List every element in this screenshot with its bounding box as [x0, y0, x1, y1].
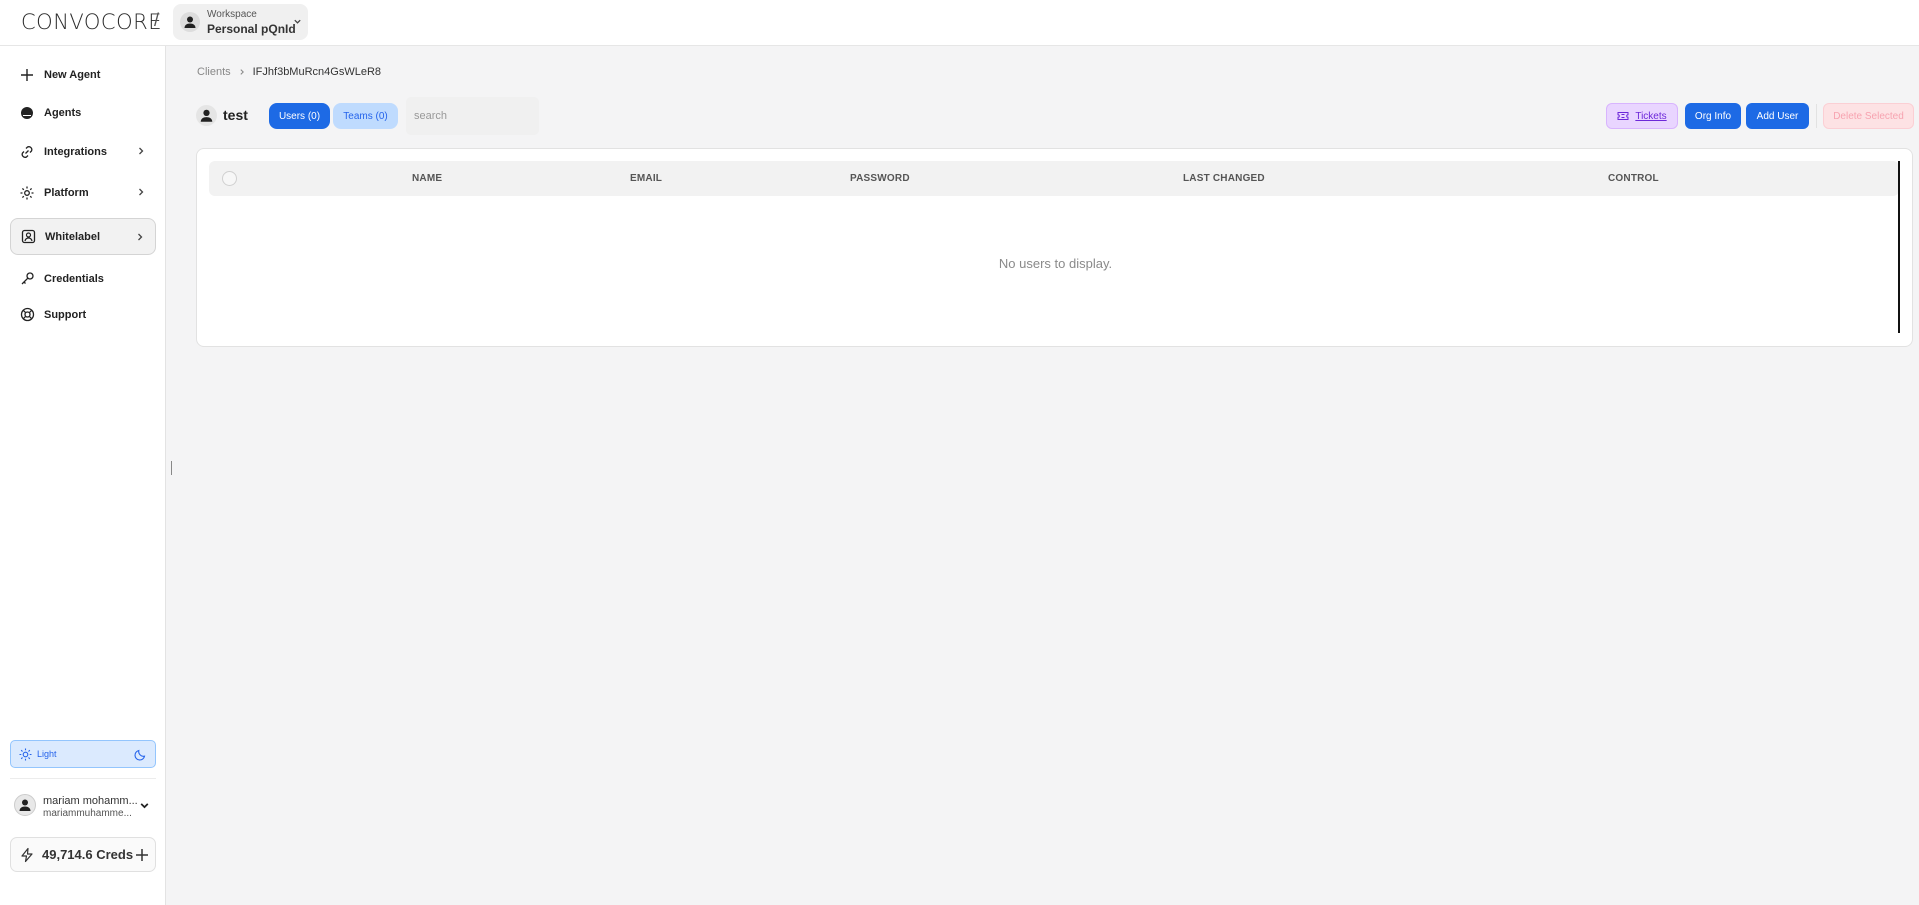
org-avatar [196, 105, 217, 126]
sidebar-item-whitelabel[interactable]: Whitelabel [10, 218, 156, 255]
chevron-right-icon [139, 188, 144, 196]
moon-icon[interactable] [134, 748, 147, 761]
plus-icon [19, 67, 35, 83]
link-icon [19, 144, 35, 160]
sidebar-item-integrations[interactable]: Integrations [10, 133, 156, 170]
agent-icon [19, 105, 35, 121]
sidebar-item-new-agent[interactable]: New Agent [10, 56, 156, 93]
chevron-right-icon [240, 69, 244, 75]
add-credits-icon[interactable] [135, 848, 149, 862]
credits-balance[interactable]: 49,714.6 Creds [10, 837, 156, 872]
top-bar: CONVOCORE / Workspace Personal pQnId [0, 0, 1919, 46]
add-user-button[interactable]: Add User [1746, 103, 1809, 129]
breadcrumb-current: IFJhf3bMuRcn4GsWLeR8 [252, 66, 382, 78]
whitelabel-icon [20, 229, 36, 245]
sidebar-item-credentials[interactable]: Credentials [10, 260, 156, 297]
breadcrumb: Clients IFJhf3bMuRcn4GsWLeR8 [197, 66, 381, 78]
sidebar-item-label: New Agent [44, 68, 101, 81]
user-name: mariam mohamm... [43, 795, 138, 807]
workspace-name: Personal pQnId [207, 22, 296, 36]
column-header-last-changed[interactable]: LAST CHANGED [1183, 173, 1265, 184]
ticket-icon [1617, 112, 1629, 120]
sidebar-resize-handle[interactable] [171, 461, 172, 475]
sidebar-item-label: Support [44, 308, 87, 321]
theme-toggle[interactable]: Light [10, 740, 156, 768]
breadcrumb-separator: / [154, 10, 160, 30]
sidebar-item-label: Platform [44, 186, 89, 199]
tab-teams[interactable]: Teams (0) [333, 103, 398, 129]
column-header-control[interactable]: CONTROL [1608, 173, 1659, 184]
tickets-label: Tickets [1635, 110, 1667, 122]
chevron-down-icon [140, 803, 149, 809]
chevron-down-icon [294, 19, 301, 24]
credits-value: 49,714.6 Creds [42, 847, 134, 862]
workspace-avatar [180, 12, 200, 32]
user-menu[interactable]: mariam mohamm... mariammuhamme... [10, 786, 156, 826]
sidebar-divider [10, 778, 156, 779]
theme-label: Light [37, 749, 57, 759]
avatar [14, 794, 36, 816]
sun-icon [19, 748, 32, 761]
workspace-switcher[interactable]: Workspace Personal pQnId [173, 4, 308, 40]
users-table-card: NAME EMAIL PASSWORD LAST CHANGED CONTROL… [196, 148, 1913, 347]
chevron-right-icon [139, 147, 144, 155]
breadcrumb-clients-link[interactable]: Clients [197, 66, 231, 78]
key-icon [19, 271, 35, 287]
tickets-button[interactable]: Tickets [1606, 103, 1678, 129]
table-header: NAME EMAIL PASSWORD LAST CHANGED CONTROL [209, 161, 1899, 196]
org-name: test [223, 107, 248, 123]
empty-state-message: No users to display. [998, 256, 1113, 271]
toolbar-divider [1816, 104, 1817, 128]
brand-logo[interactable]: CONVOCORE [21, 10, 162, 34]
sidebar-item-support[interactable]: Support [10, 296, 156, 333]
sidebar-item-label: Whitelabel [45, 230, 101, 243]
sidebar: New Agent Agents Integrations Platform W… [0, 46, 166, 905]
sidebar-item-label: Integrations [44, 145, 107, 158]
gear-icon [19, 185, 35, 201]
column-header-name[interactable]: NAME [412, 173, 442, 184]
delete-selected-button[interactable]: Delete Selected [1823, 103, 1914, 129]
select-all-checkbox[interactable] [222, 171, 237, 186]
column-header-password[interactable]: PASSWORD [850, 173, 910, 184]
sidebar-item-label: Credentials [44, 272, 104, 285]
chevron-right-icon [138, 233, 143, 241]
table-scrollbar[interactable] [1898, 161, 1900, 333]
org-info-button[interactable]: Org Info [1685, 103, 1741, 129]
column-header-email[interactable]: EMAIL [630, 173, 662, 184]
workspace-caption: Workspace [207, 9, 257, 20]
sidebar-item-label: Agents [44, 106, 82, 119]
sidebar-item-platform[interactable]: Platform [10, 174, 156, 211]
search-input[interactable] [406, 97, 539, 135]
tab-users[interactable]: Users (0) [269, 103, 330, 129]
sidebar-item-agents[interactable]: Agents [10, 94, 156, 131]
user-email: mariammuhamme... [43, 808, 132, 819]
lifebuoy-icon [19, 307, 35, 323]
bolt-icon [21, 847, 33, 863]
